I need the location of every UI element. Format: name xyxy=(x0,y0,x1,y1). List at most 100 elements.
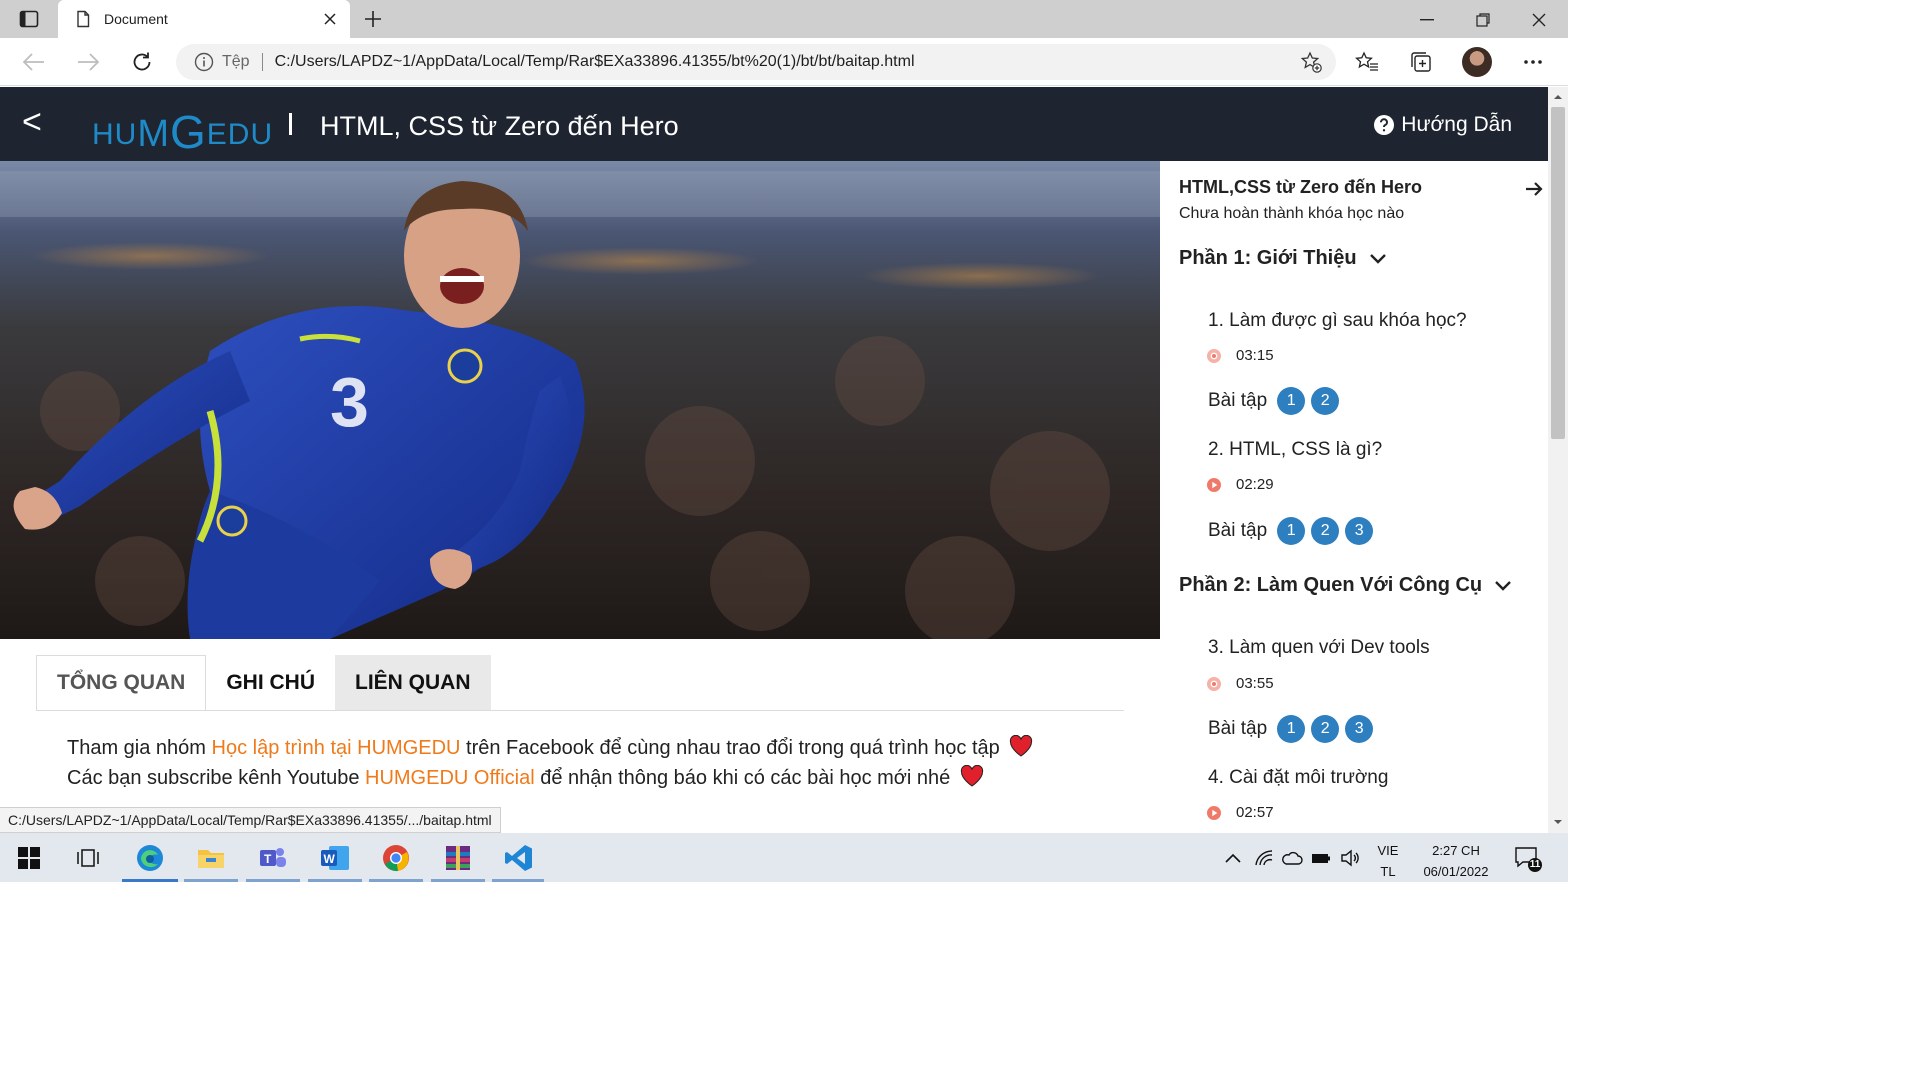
page-viewport: < HU M G EDU HTML, CSS từ Zero đến Hero … xyxy=(0,87,1548,833)
tab-title: Document xyxy=(104,11,168,27)
duration-text: 03:15 xyxy=(1236,347,1274,364)
content-tabs: TỔNG QUAN GHI CHÚ LIÊN QUAN xyxy=(36,655,491,711)
word-icon[interactable]: W xyxy=(318,841,352,875)
show-hidden-icons-icon[interactable] xyxy=(1222,847,1244,869)
close-window-icon[interactable] xyxy=(1526,7,1552,33)
lesson-item[interactable]: 4. Cài đặt môi trường xyxy=(1208,767,1388,789)
notice-line-youtube: Các bạn subscribe kênh Youtube HUMGEDU O… xyxy=(67,763,1033,793)
section-title: Phần 1: Giới Thiệu xyxy=(1179,247,1357,269)
scheme-label: Tệp xyxy=(222,53,250,70)
tab-actions-menu-icon[interactable] xyxy=(10,6,48,32)
running-app-indicator xyxy=(369,879,423,882)
file-explorer-icon[interactable] xyxy=(194,841,228,875)
page-scrollbar[interactable] xyxy=(1548,87,1568,833)
exercise-badge[interactable]: 3 xyxy=(1345,715,1374,743)
running-app-indicator xyxy=(184,879,238,882)
course-title: HTML, CSS từ Zero đến Hero xyxy=(320,111,679,141)
page-back-button[interactable]: < xyxy=(22,101,54,143)
exercise-badge[interactable]: 3 xyxy=(1345,517,1374,545)
favorites-icon[interactable] xyxy=(1355,50,1379,74)
notification-count: 11 xyxy=(1529,859,1541,870)
play-circle-icon xyxy=(1207,805,1221,820)
restore-icon[interactable] xyxy=(1470,7,1496,33)
battery-icon[interactable] xyxy=(1310,847,1332,869)
section-header-2[interactable]: Phần 2: Làm Quen Với Công Cụ xyxy=(1179,574,1512,597)
exercise-badge[interactable]: 2 xyxy=(1311,387,1340,415)
more-options-icon[interactable] xyxy=(1521,50,1545,74)
svg-text:W: W xyxy=(324,852,336,866)
scrollbar-thumb[interactable] xyxy=(1551,107,1565,439)
arrow-right-icon[interactable] xyxy=(1524,179,1544,199)
windows-start-icon[interactable] xyxy=(12,841,46,875)
tab-notes[interactable]: GHI CHÚ xyxy=(206,655,335,711)
play-circle-icon xyxy=(1207,477,1221,492)
app-header: < HU M G EDU HTML, CSS từ Zero đến Hero … xyxy=(0,87,1548,161)
exercise-badge[interactable]: 1 xyxy=(1277,715,1306,743)
help-label: Hướng Dẫn xyxy=(1401,113,1512,136)
notice-text: trên Facebook để cùng nhau trao đổi tron… xyxy=(460,737,1000,759)
youtube-channel-link[interactable]: HUMGEDU Official xyxy=(365,767,535,789)
refresh-icon[interactable] xyxy=(130,50,154,74)
notice-text: để nhận thông báo khi có các bài học mới… xyxy=(534,767,951,789)
url-text[interactable]: C:/Users/LAPDZ~1/AppData/Local/Temp/Rar$… xyxy=(275,53,915,71)
browser-toolbar: Tệp C:/Users/LAPDZ~1/AppData/Local/Temp/… xyxy=(0,38,1568,86)
browser-tab[interactable]: Document xyxy=(58,0,350,38)
help-link[interactable]: Hướng Dẫn xyxy=(1373,113,1512,137)
windows-taskbar: T W VIE TL 2:27 CH 06/01/2022 11 xyxy=(0,833,1568,882)
lesson-duration: 02:29 xyxy=(1206,476,1274,493)
tab-close-icon[interactable] xyxy=(320,9,340,29)
winrar-icon[interactable] xyxy=(441,841,475,875)
exercise-badge[interactable]: 1 xyxy=(1277,517,1306,545)
input-language[interactable]: VIE TL xyxy=(1372,840,1404,882)
header-divider xyxy=(289,113,292,135)
lesson-item[interactable]: 3. Làm quen với Dev tools xyxy=(1208,637,1430,659)
exercise-badge[interactable]: 1 xyxy=(1277,387,1306,415)
edge-browser-icon[interactable] xyxy=(133,841,167,875)
duration-text: 02:57 xyxy=(1236,804,1274,821)
lesson-item[interactable]: 1. Làm được gì sau khóa học? xyxy=(1208,310,1467,332)
volume-icon[interactable] xyxy=(1339,847,1361,869)
notice-text: Tham gia nhóm xyxy=(67,737,212,759)
exercise-label: Bài tập xyxy=(1208,390,1268,411)
lesson-duration: 03:15 xyxy=(1206,347,1274,364)
task-view-icon[interactable] xyxy=(71,841,105,875)
info-icon[interactable] xyxy=(194,52,214,72)
onedrive-cloud-icon[interactable] xyxy=(1281,847,1303,869)
running-app-indicator xyxy=(308,879,362,882)
facebook-group-link[interactable]: Học lập trình tại HUMGEDU xyxy=(212,737,461,759)
scroll-down-icon[interactable] xyxy=(1553,817,1563,827)
tab-overview[interactable]: TỔNG QUAN xyxy=(36,655,207,711)
notice-line-facebook: Tham gia nhóm Học lập trình tại HUMGEDU … xyxy=(67,733,1033,763)
logo-part-g: G xyxy=(170,106,207,158)
tab-related[interactable]: LIÊN QUAN xyxy=(335,655,491,711)
system-clock[interactable]: 2:27 CH 06/01/2022 xyxy=(1412,840,1500,882)
humgedu-logo[interactable]: HU M G EDU xyxy=(92,93,273,155)
new-tab-plus-icon[interactable] xyxy=(362,8,384,30)
logo-part-hu: HU xyxy=(92,118,138,151)
svg-text:T: T xyxy=(264,852,272,866)
document-icon xyxy=(77,10,90,28)
section-header-1[interactable]: Phần 1: Giới Thiệu xyxy=(1179,247,1387,270)
back-arrow-icon[interactable] xyxy=(22,50,46,74)
vscode-icon[interactable] xyxy=(502,841,536,875)
add-favorite-icon[interactable] xyxy=(1300,51,1322,73)
wifi-icon[interactable] xyxy=(1253,847,1275,869)
scroll-up-icon[interactable] xyxy=(1553,92,1563,102)
profile-avatar[interactable] xyxy=(1462,47,1492,77)
exercise-badge[interactable]: 2 xyxy=(1311,715,1340,743)
language-code: VIE xyxy=(1377,843,1399,858)
teams-icon[interactable]: T xyxy=(256,841,290,875)
collections-icon[interactable] xyxy=(1409,50,1433,74)
lesson-item[interactable]: 2. HTML, CSS là gì? xyxy=(1208,439,1382,461)
heart-icon xyxy=(1010,735,1033,757)
svg-text:3: 3 xyxy=(330,363,369,441)
chrome-icon[interactable] xyxy=(379,841,413,875)
question-circle-icon xyxy=(1374,115,1395,135)
exercise-badge[interactable]: 2 xyxy=(1311,517,1340,545)
notification-center-icon[interactable]: 11 xyxy=(1514,845,1544,873)
tabs-underline xyxy=(36,710,1124,711)
address-bar[interactable]: Tệp C:/Users/LAPDZ~1/AppData/Local/Temp/… xyxy=(176,44,1336,80)
exercise-label: Bài tập xyxy=(1208,718,1268,739)
forward-arrow-icon[interactable] xyxy=(76,50,100,74)
minimize-icon[interactable] xyxy=(1414,7,1440,33)
